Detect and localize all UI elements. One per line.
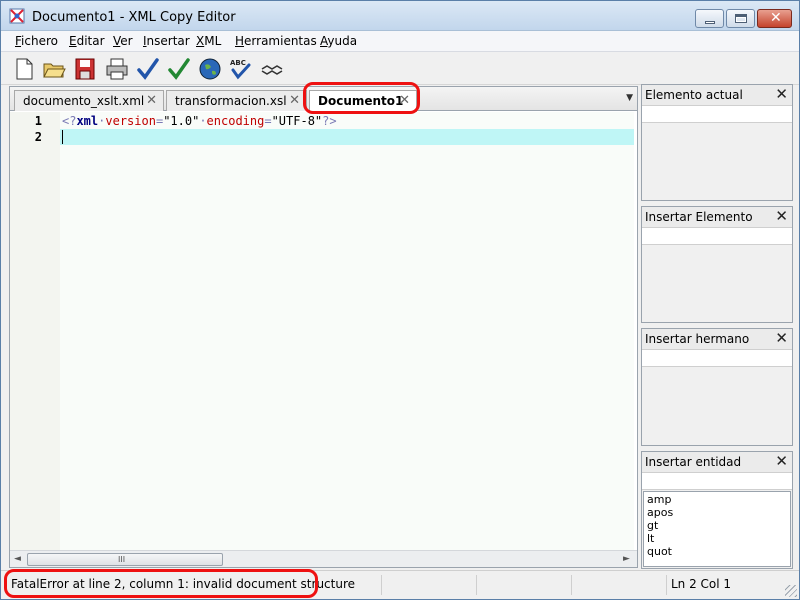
pretty-print-button[interactable] (259, 56, 285, 82)
list-item[interactable]: quot (647, 545, 672, 558)
panel-input[interactable] (642, 227, 792, 245)
list-item[interactable]: gt (647, 519, 658, 532)
app-logo-icon (9, 8, 25, 24)
editor-pane: documento_xslt.xml ✕ transformacion.xsl … (9, 86, 638, 568)
minimize-button[interactable] (695, 9, 724, 28)
status-divider (571, 575, 572, 595)
tab-close-icon[interactable]: ✕ (399, 93, 410, 108)
horizontal-scrollbar[interactable]: ◄ III ► (10, 550, 637, 567)
panel-header: Insertar entidad ✕ (642, 452, 792, 472)
maximize-button[interactable] (726, 9, 755, 28)
panel-elemento-actual: Elemento actual ✕ (641, 84, 793, 201)
print-icon (106, 58, 128, 80)
entity-list[interactable]: amp apos gt lt quot (643, 491, 791, 567)
print-button[interactable] (104, 56, 130, 82)
pretty-print-icon (261, 65, 283, 75)
text-caret (62, 130, 63, 144)
menu-ayuda[interactable]: Ayuda (320, 34, 357, 48)
save-button[interactable] (72, 56, 98, 82)
new-document-button[interactable] (11, 56, 37, 82)
browser-globe-icon (199, 58, 221, 80)
panel-close-icon[interactable]: ✕ (775, 452, 788, 470)
close-window-button[interactable]: ✕ (757, 9, 792, 28)
cursor-position: Ln 2 Col 1 (671, 577, 732, 591)
panel-insertar-hermano: Insertar hermano ✕ (641, 328, 793, 446)
toolbar: ABC (1, 52, 799, 85)
svg-text:ABC: ABC (230, 59, 246, 67)
spellcheck-button[interactable]: ABC (228, 56, 254, 82)
list-item[interactable]: apos (647, 506, 673, 519)
app-window: Documento1 - XML Copy Editor ✕ Fichero E… (0, 0, 800, 600)
title-bar[interactable]: Documento1 - XML Copy Editor ✕ (1, 1, 799, 31)
new-document-icon (16, 58, 33, 80)
scroll-grip-icon: III (118, 555, 126, 564)
document-tabs: documento_xslt.xml ✕ transformacion.xsl … (10, 87, 637, 112)
scroll-right-icon[interactable]: ► (623, 554, 630, 564)
menu-bar: Fichero Editar Ver Insertar XML Herramie… (1, 31, 799, 52)
validate-button[interactable] (166, 56, 192, 82)
resize-grip-icon[interactable] (785, 585, 797, 597)
panel-input[interactable] (642, 349, 792, 367)
scroll-left-icon[interactable]: ◄ (14, 554, 21, 564)
tab-documento-xslt[interactable]: documento_xslt.xml ✕ (14, 90, 164, 111)
spellcheck-icon: ABC (230, 59, 251, 80)
current-line-highlight (60, 129, 634, 145)
status-bar: FatalError at line 2, column 1: invalid … (1, 570, 799, 599)
line-number: 2 (34, 130, 42, 144)
code-editor[interactable]: <?xml·version="1.0"·encoding="UTF-8"?> (60, 112, 634, 550)
list-item[interactable]: amp (647, 493, 671, 506)
open-file-button[interactable] (41, 56, 67, 82)
menu-fichero[interactable]: Fichero (15, 34, 58, 48)
menu-editar[interactable]: Editar (69, 34, 105, 48)
panel-insertar-elemento: Insertar Elemento ✕ (641, 206, 793, 323)
tab-list-dropdown-icon[interactable]: ▼ (626, 93, 633, 103)
entity-filter-input[interactable] (642, 472, 792, 490)
status-divider (381, 575, 382, 595)
tab-close-icon[interactable]: ✕ (289, 93, 300, 108)
code-line: <?xml·version="1.0"·encoding="UTF-8"?> (62, 114, 337, 128)
tab-close-icon[interactable]: ✕ (146, 93, 157, 108)
check-wellformed-icon (137, 58, 159, 80)
scrollbar-thumb[interactable]: III (27, 553, 223, 566)
browser-preview-button[interactable] (197, 56, 223, 82)
menu-ver[interactable]: Ver (113, 34, 133, 48)
open-folder-icon (43, 63, 66, 78)
status-message: FatalError at line 2, column 1: invalid … (11, 577, 356, 591)
panel-header: Elemento actual ✕ (642, 85, 792, 105)
panel-close-icon[interactable]: ✕ (775, 85, 788, 103)
line-number: 1 (34, 114, 42, 128)
tab-documento1[interactable]: Documento1 ✕ (309, 90, 417, 112)
validate-icon (168, 58, 190, 80)
maximize-icon (735, 14, 747, 23)
menu-xml[interactable]: XML (196, 34, 221, 48)
panel-input[interactable] (642, 105, 792, 123)
save-disk-icon (75, 58, 95, 80)
line-number-gutter: 1 2 (10, 112, 60, 550)
list-item[interactable]: lt (647, 532, 654, 545)
close-icon: ✕ (770, 10, 782, 26)
minimize-icon (705, 21, 715, 24)
menu-insertar[interactable]: Insertar (143, 34, 190, 48)
status-divider (476, 575, 477, 595)
panel-insertar-entidad: Insertar entidad ✕ amp apos gt lt quot (641, 451, 793, 569)
check-wellformed-button[interactable] (135, 56, 161, 82)
menu-herramientas[interactable]: Herramientas (235, 34, 317, 48)
panel-close-icon[interactable]: ✕ (775, 329, 788, 347)
status-divider (666, 575, 667, 595)
panel-header: Insertar Elemento ✕ (642, 207, 792, 227)
panel-close-icon[interactable]: ✕ (775, 207, 788, 225)
tab-transformacion[interactable]: transformacion.xsl ✕ (166, 90, 307, 111)
window-title: Documento1 - XML Copy Editor (32, 10, 236, 25)
panel-header: Insertar hermano ✕ (642, 329, 792, 349)
